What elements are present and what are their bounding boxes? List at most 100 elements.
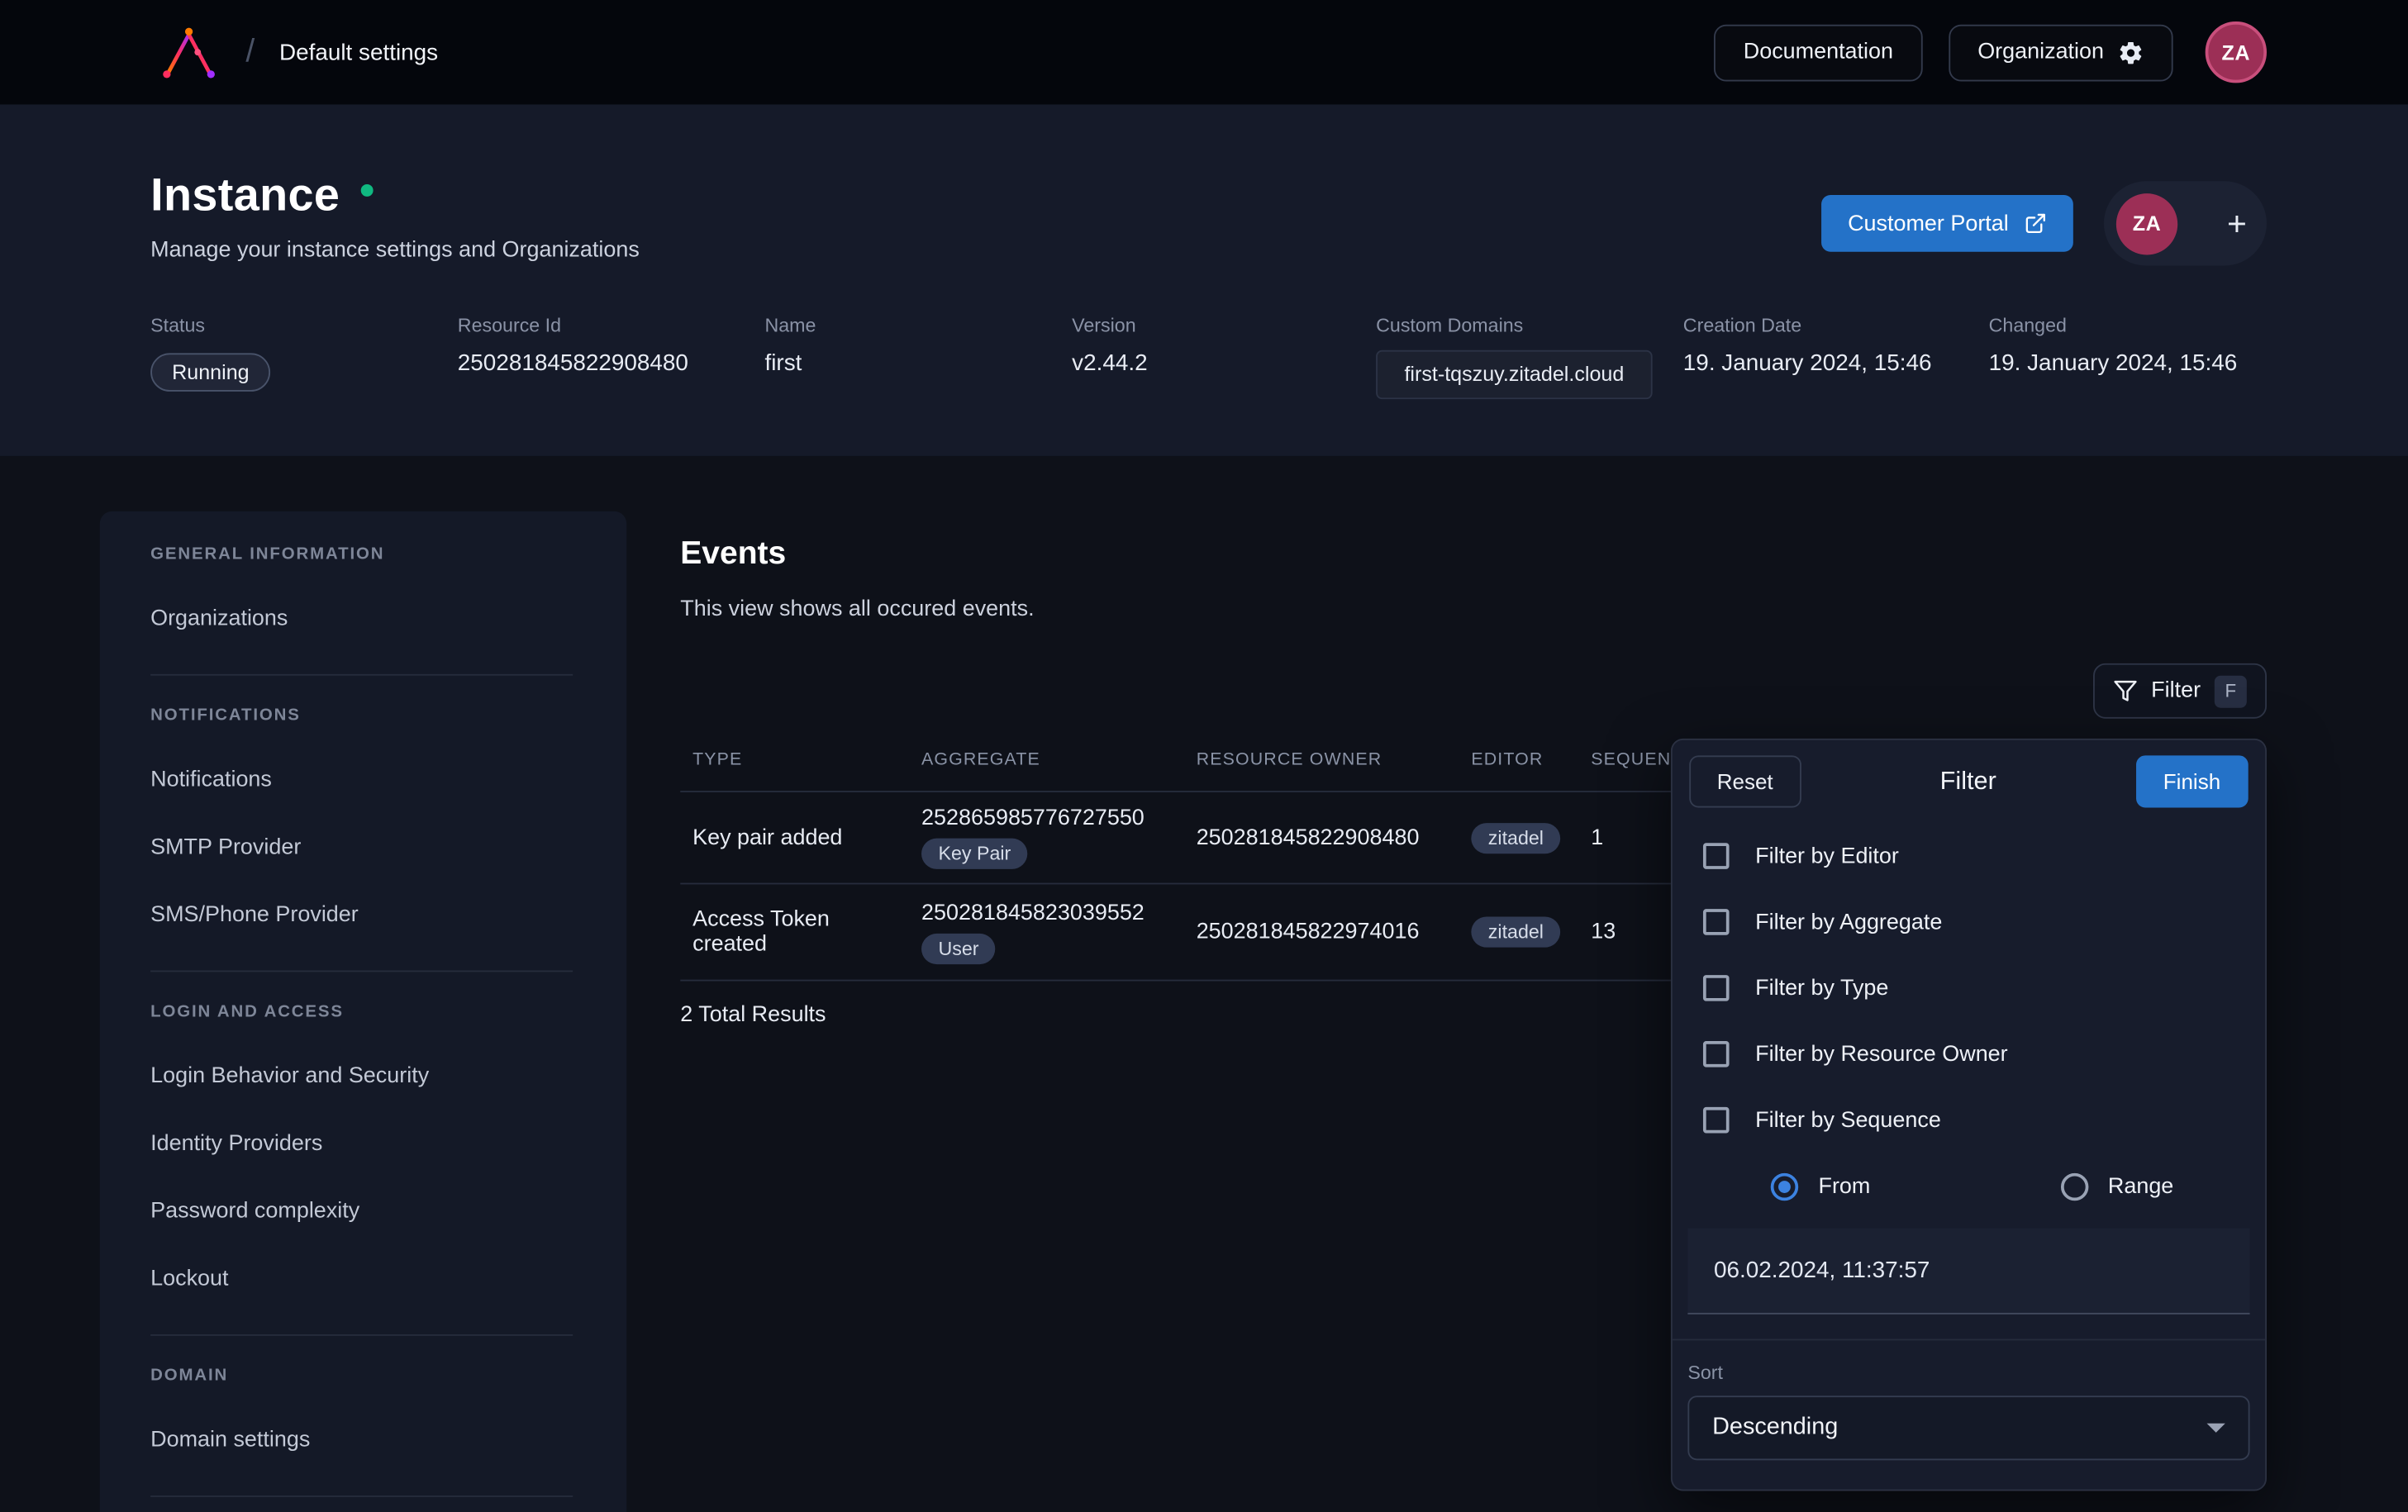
filter-panel-title: Filter: [1940, 767, 1996, 796]
filter-by-sequence-option[interactable]: Filter by Sequence: [1673, 1087, 2265, 1153]
event-type: Key pair added: [680, 825, 921, 850]
filter-by-aggregate-option[interactable]: Filter by Aggregate: [1673, 889, 2265, 955]
documentation-button-label: Documentation: [1744, 40, 1893, 64]
column-resource-owner[interactable]: RESOURCE OWNER: [1197, 751, 1472, 791]
sidebar-item-organizations[interactable]: Organizations: [150, 606, 626, 631]
instance-avatar-group: ZA +: [2104, 181, 2267, 265]
creation-date-label: Creation Date: [1683, 315, 1989, 336]
sidebar-item-password-complexity[interactable]: Password complexity: [150, 1199, 626, 1224]
filter-shortcut-badge: F: [2215, 675, 2247, 707]
sequence-mode-radio-group: From Range: [1673, 1153, 2265, 1220]
status-label: Status: [150, 315, 458, 336]
column-editor[interactable]: EDITOR: [1471, 751, 1591, 791]
sort-select[interactable]: Descending: [1687, 1396, 2249, 1460]
sidebar-item-sms-phone-provider[interactable]: SMS/Phone Provider: [150, 903, 626, 928]
resource-id-label: Resource Id: [458, 315, 765, 336]
sidebar-divider: [150, 1334, 573, 1336]
editor-chip: zitadel: [1471, 822, 1560, 853]
filter-button-label: Filter: [2151, 678, 2201, 703]
column-aggregate[interactable]: AGGREGATE: [921, 751, 1197, 791]
custom-domain-value[interactable]: first-tqszuy.zitadel.cloud: [1376, 350, 1653, 399]
aggregate-type-chip: Key Pair: [921, 839, 1028, 869]
sort-label: Sort: [1687, 1362, 2265, 1383]
breadcrumb-separator: /: [245, 34, 255, 71]
checkbox-icon[interactable]: [1703, 975, 1730, 1001]
changed-value: 19. January 2024, 15:46: [1989, 350, 2316, 377]
instance-header: Instance Manage your instance settings a…: [0, 104, 2408, 456]
checkbox-label: Filter by Resource Owner: [1755, 1042, 2008, 1067]
status-green-dot: [361, 184, 374, 197]
app-root: / Default settings Documentation Organiz…: [0, 0, 2408, 1512]
page-subtitle: Manage your instance settings and Organi…: [150, 238, 640, 263]
sidebar-section-general-information: GENERAL INFORMATION: [150, 545, 626, 563]
date-input[interactable]: 06.02.2024, 11:37:57: [1687, 1229, 2249, 1315]
finish-button[interactable]: Finish: [2135, 755, 2248, 807]
events-description: This view shows all occured events.: [680, 597, 2408, 622]
aggregate-id: 250281845823039552: [921, 901, 1197, 925]
checkbox-label: Filter by Aggregate: [1755, 910, 1942, 934]
sidebar-item-identity-providers[interactable]: Identity Providers: [150, 1132, 626, 1157]
chevron-down-icon: [2207, 1424, 2225, 1433]
event-editor: zitadel: [1471, 822, 1591, 853]
filter-panel-header: Reset Filter Finish: [1673, 740, 2265, 823]
radio-range[interactable]: Range: [1968, 1173, 2265, 1201]
changed-label: Changed: [1989, 315, 2316, 336]
meta-version: Version v2.44.2: [1072, 315, 1376, 398]
context-label: Default settings: [279, 39, 438, 65]
filter-panel: Reset Filter Finish Filter by Editor Fil…: [1671, 739, 2267, 1491]
checkbox-icon[interactable]: [1703, 909, 1730, 935]
radio-range-label: Range: [2108, 1175, 2173, 1200]
checkbox-icon[interactable]: [1703, 843, 1730, 869]
sidebar-section-domain: DOMAIN: [150, 1367, 626, 1385]
funnel-icon: [2113, 678, 2138, 703]
organization-button-label: Organization: [1977, 40, 2104, 64]
sidebar-item-login-behavior[interactable]: Login Behavior and Security: [150, 1064, 626, 1089]
page-title: Instance: [150, 170, 340, 222]
sidebar-divider: [150, 674, 573, 676]
filter-panel-divider: [1673, 1339, 2265, 1341]
name-value: first: [764, 350, 1072, 377]
filter-by-resource-owner-option[interactable]: Filter by Resource Owner: [1673, 1021, 2265, 1087]
checkbox-label: Filter by Editor: [1755, 844, 1899, 868]
event-aggregate: 250281845823039552 User: [921, 901, 1197, 963]
customer-portal-label: Customer Portal: [1848, 212, 2009, 236]
organization-button[interactable]: Organization: [1949, 24, 2173, 81]
aggregate-id: 252865985776727550: [921, 806, 1197, 831]
version-value: v2.44.2: [1072, 350, 1376, 377]
sidebar-item-notifications[interactable]: Notifications: [150, 768, 626, 792]
meta-name: Name first: [764, 315, 1072, 398]
sidebar-item-domain-settings[interactable]: Domain settings: [150, 1428, 626, 1453]
documentation-button[interactable]: Documentation: [1714, 24, 1922, 81]
page-title-row: Instance: [150, 170, 374, 222]
events-title: Events: [680, 536, 2408, 573]
resource-id-value: 250281845822908480: [458, 350, 765, 377]
creation-date-value: 19. January 2024, 15:46: [1683, 350, 1989, 377]
checkbox-label: Filter by Type: [1755, 976, 1888, 1001]
aggregate-type-chip: User: [921, 933, 996, 963]
filter-button[interactable]: Filter F: [2093, 663, 2267, 719]
customer-portal-button[interactable]: Customer Portal: [1821, 195, 2072, 252]
meta-creation-date: Creation Date 19. January 2024, 15:46: [1683, 315, 1989, 398]
user-avatar[interactable]: ZA: [2206, 21, 2267, 83]
sidebar-item-lockout[interactable]: Lockout: [150, 1267, 626, 1291]
instance-avatar[interactable]: ZA: [2116, 193, 2177, 254]
filter-by-editor-option[interactable]: Filter by Editor: [1673, 823, 2265, 889]
radio-from-label: From: [1818, 1175, 1870, 1200]
radio-unselected-icon[interactable]: [2060, 1173, 2087, 1201]
reset-button[interactable]: Reset: [1689, 755, 1801, 807]
settings-sidebar: GENERAL INFORMATION Organizations NOTIFI…: [100, 511, 626, 1512]
column-type[interactable]: TYPE: [680, 751, 921, 791]
custom-domains-label: Custom Domains: [1376, 315, 1683, 336]
meta-status: Status Running: [150, 315, 458, 398]
version-label: Version: [1072, 315, 1376, 336]
filter-by-type-option[interactable]: Filter by Type: [1673, 955, 2265, 1021]
gear-icon: [2118, 39, 2144, 65]
zitadel-logo-icon[interactable]: [154, 17, 224, 87]
sidebar-section-login-and-access: LOGIN AND ACCESS: [150, 1003, 626, 1021]
radio-from[interactable]: From: [1673, 1173, 1969, 1201]
plus-icon[interactable]: +: [2227, 207, 2247, 240]
sidebar-item-smtp-provider[interactable]: SMTP Provider: [150, 835, 626, 860]
checkbox-icon[interactable]: [1703, 1107, 1730, 1134]
checkbox-icon[interactable]: [1703, 1041, 1730, 1067]
radio-selected-icon[interactable]: [1771, 1173, 1798, 1201]
